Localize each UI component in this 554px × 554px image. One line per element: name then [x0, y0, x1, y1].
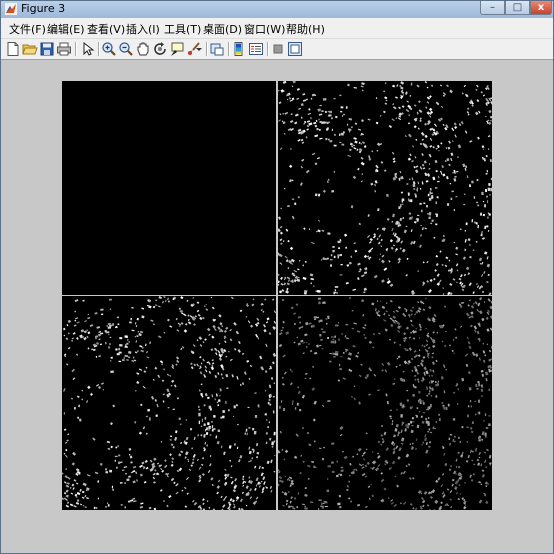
menu-help[interactable]: 帮助(H) — [286, 21, 325, 37]
close-icon: x — [537, 2, 545, 13]
image-panel-bottom-right[interactable] — [278, 296, 492, 510]
data-cursor-icon[interactable] — [169, 41, 185, 57]
image-panel-bottom-left[interactable] — [62, 296, 276, 510]
save-icon[interactable] — [39, 41, 55, 57]
colorbar-icon[interactable] — [231, 41, 247, 57]
open-file-icon[interactable] — [22, 41, 38, 57]
print-icon[interactable] — [56, 41, 72, 57]
hide-plot-tools-icon[interactable] — [270, 41, 286, 57]
menu-bar: 文件(F) 编辑(E) 查看(V) 插入(I) 工具(T) 桌面(D) 窗口(W… — [1, 18, 553, 39]
show-plot-tools-icon[interactable] — [287, 41, 303, 57]
minimize-button[interactable]: – — [480, 1, 505, 15]
link-plot-icon[interactable] — [209, 41, 225, 57]
zoom-out-icon[interactable] — [118, 41, 134, 57]
menu-view[interactable]: 查看(V) — [87, 21, 125, 37]
toolbar-separator — [75, 42, 77, 56]
image-panel-top-left[interactable] — [62, 81, 276, 295]
toolbar-separator — [228, 42, 230, 56]
brush-dropdown-icon[interactable] — [195, 41, 203, 57]
menu-window[interactable]: 窗口(W) — [244, 21, 285, 37]
menu-desktop[interactable]: 桌面(D) — [203, 21, 242, 37]
edge-texture-image — [278, 81, 492, 295]
matlab-logo-icon — [5, 3, 17, 15]
rotate-3d-icon[interactable] — [152, 41, 168, 57]
menu-tools[interactable]: 工具(T) — [164, 21, 201, 37]
new-figure-icon[interactable] — [5, 41, 21, 57]
figure-window: Figure 3 – □ x 文件(F) 编辑(E) 查看(V) 插入(I) 工… — [0, 0, 554, 554]
toolbar-separator — [98, 42, 100, 56]
edge-texture-image — [62, 296, 276, 510]
maximize-icon: □ — [512, 2, 523, 13]
edge-texture-image — [278, 296, 492, 510]
maximize-button[interactable]: □ — [505, 1, 530, 15]
toolbar — [1, 39, 553, 60]
menu-file[interactable]: 文件(F) — [9, 21, 46, 37]
close-button[interactable]: x — [530, 1, 552, 15]
minimize-icon: – — [490, 2, 495, 13]
edit-plot-icon[interactable] — [80, 41, 96, 57]
legend-icon[interactable] — [248, 41, 264, 57]
window-title: Figure 3 — [21, 2, 66, 15]
toolbar-separator — [267, 42, 269, 56]
zoom-in-icon[interactable] — [101, 41, 117, 57]
image-panel-top-right[interactable] — [278, 81, 492, 295]
figure-canvas[interactable] — [1, 60, 553, 553]
toolbar-separator — [206, 42, 208, 56]
title-bar[interactable]: Figure 3 – □ x — [1, 1, 553, 18]
pan-icon[interactable] — [135, 41, 151, 57]
menu-edit[interactable]: 编辑(E) — [47, 21, 85, 37]
menu-insert[interactable]: 插入(I) — [126, 21, 160, 37]
